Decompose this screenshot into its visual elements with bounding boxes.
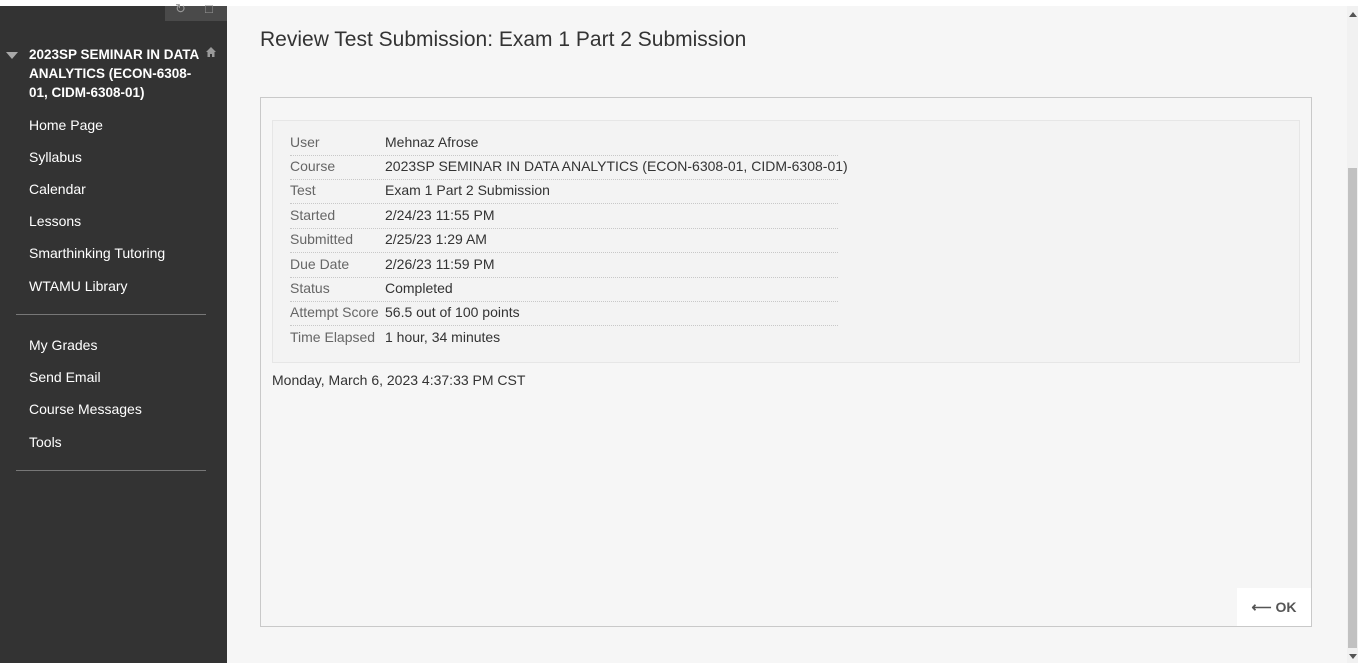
scroll-thumb[interactable]: [1348, 168, 1357, 648]
detail-row-status: Status Completed: [290, 277, 838, 302]
detail-value: 2/26/23 11:59 PM: [385, 256, 495, 272]
course-sidebar: ↻ □ 2023SP SEMINAR IN DATA ANALYTICS (EC…: [0, 2, 227, 663]
sidebar-item-wtamu-library[interactable]: WTAMU Library: [29, 277, 128, 295]
sidebar-item-tools[interactable]: Tools: [29, 433, 62, 451]
sidebar-divider: [16, 314, 206, 315]
detail-value: Exam 1 Part 2 Submission: [385, 182, 550, 198]
refresh-icon[interactable]: ↻: [175, 2, 186, 15]
sidebar-item-calendar[interactable]: Calendar: [29, 180, 86, 198]
detail-label: Time Elapsed: [290, 329, 376, 345]
submission-details: User Mehnaz Afrose Course 2023SP SEMINAR…: [272, 120, 1300, 363]
detail-value: Completed: [385, 280, 453, 296]
collapse-caret-icon[interactable]: [6, 52, 18, 59]
detail-value: 2/25/23 1:29 AM: [385, 231, 487, 247]
detail-label: Submitted: [290, 231, 354, 247]
page-title: Review Test Submission: Exam 1 Part 2 Su…: [260, 28, 747, 51]
sidebar-toolbar: ↻ □: [165, 2, 227, 21]
detail-row-time-elapsed: Time Elapsed 1 hour, 34 minutes: [290, 326, 838, 350]
sidebar-item-syllabus[interactable]: Syllabus: [29, 148, 82, 166]
detail-value: 56.5 out of 100 points: [385, 304, 520, 320]
detail-row-submitted: Submitted 2/25/23 1:29 AM: [290, 228, 838, 253]
ok-button[interactable]: ⟵ OK: [1237, 588, 1311, 626]
detail-row-attempt-score: Attempt Score 56.5 out of 100 points: [290, 301, 838, 326]
current-timestamp: Monday, March 6, 2023 4:37:33 PM CST: [272, 372, 526, 388]
detail-value: Mehnaz Afrose: [385, 134, 479, 150]
detail-value: 2023SP SEMINAR IN DATA ANALYTICS (ECON-6…: [385, 158, 848, 174]
detail-label: Course: [290, 158, 336, 174]
detail-row-started: Started 2/24/23 11:55 PM: [290, 204, 838, 229]
sidebar-item-send-email[interactable]: Send Email: [29, 368, 101, 386]
sidebar-item-smarthinking-tutoring[interactable]: Smarthinking Tutoring: [29, 244, 165, 262]
scroll-down-arrow-icon[interactable]: [1349, 654, 1357, 659]
page-scrollbar[interactable]: [1347, 6, 1358, 663]
detail-label: Due Date: [290, 256, 350, 272]
detail-label: User: [290, 134, 320, 150]
home-icon[interactable]: [205, 46, 217, 58]
detail-label: Status: [290, 280, 330, 296]
sidebar-item-lessons[interactable]: Lessons: [29, 212, 81, 230]
detail-row-test: Test Exam 1 Part 2 Submission: [290, 179, 838, 204]
submission-panel: User Mehnaz Afrose Course 2023SP SEMINAR…: [260, 97, 1312, 627]
detail-row-due-date: Due Date 2/26/23 11:59 PM: [290, 253, 838, 278]
detail-value: 2/24/23 11:55 PM: [385, 207, 495, 223]
sidebar-item-home-page[interactable]: Home Page: [29, 116, 103, 134]
sidebar-divider: [16, 470, 206, 471]
detail-value: 1 hour, 34 minutes: [385, 329, 501, 345]
detail-label: Attempt Score: [290, 304, 379, 320]
scroll-up-arrow-icon[interactable]: [1349, 12, 1357, 17]
course-title[interactable]: 2023SP SEMINAR IN DATA ANALYTICS (ECON-6…: [29, 45, 209, 102]
collapse-icon[interactable]: □: [205, 2, 213, 15]
sidebar-item-my-grades[interactable]: My Grades: [29, 336, 97, 354]
detail-label: Test: [290, 182, 316, 198]
sidebar-item-course-messages[interactable]: Course Messages: [29, 400, 142, 418]
detail-row-user: User Mehnaz Afrose: [290, 131, 838, 156]
detail-row-course: Course 2023SP SEMINAR IN DATA ANALYTICS …: [290, 155, 848, 180]
content-area: Review Test Submission: Exam 1 Part 2 Su…: [227, 6, 1347, 663]
detail-label: Started: [290, 207, 336, 223]
